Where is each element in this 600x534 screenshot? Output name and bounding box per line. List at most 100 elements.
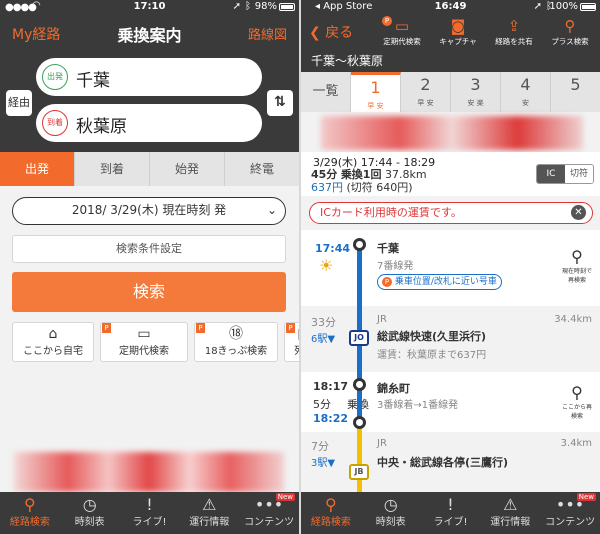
premium-flag-icon: P [382, 16, 392, 26]
train-shortcut[interactable]: P ▤ 列車 [284, 322, 299, 362]
ad-banner[interactable] [14, 452, 284, 492]
back-label: 戻る [325, 25, 354, 41]
tab-timetable[interactable]: ◷ 時刻表 [60, 492, 120, 534]
tab-route-3[interactable]: 3 安 楽 [451, 72, 501, 112]
tab-live[interactable]: ! ライブ! [421, 492, 481, 534]
car-position-chip[interactable]: P 乗車位置/改札に近い号車 [377, 274, 502, 290]
route-tags: 安 [522, 99, 529, 107]
chevron-down-icon: ⌄ [266, 203, 277, 217]
action-bar: P ▭ 定期代検索 ◙ キャプチャ ⇪ 経路を共有 ⚲ プラス検索 [374, 14, 598, 52]
share-icon: ⇪ [507, 17, 521, 35]
stops-toggle[interactable]: 6駅▼ [311, 330, 335, 345]
ride-segment-2: 7分 3駅▼ JR 中央・総武線各停(三鷹行) 3.4km [301, 434, 600, 492]
commuter-pass-shortcut[interactable]: P ▭ 定期代検索 [100, 322, 188, 362]
route-input-area: 経由 出発 千葉 到着 秋葉原 ⇅ [0, 52, 299, 152]
search-button[interactable]: 検索 [12, 272, 286, 312]
back-button[interactable]: ❮ 戻る [309, 22, 353, 42]
pass-card-icon: ▭ [137, 326, 151, 342]
tab-label: 経路検索 [310, 517, 351, 528]
stops-toggle[interactable]: 3駅▼ [311, 454, 335, 469]
tab-departure[interactable]: 出発 [0, 152, 75, 186]
tab-list-all[interactable]: 一覧 [301, 72, 351, 112]
plus-search-action[interactable]: ⚲ プラス検索 [542, 14, 598, 52]
station-card-transfer: 18:17 5分 乗換 18:22 錦糸町 3番線着→1番線発 ⚲ ここから再検… [301, 372, 600, 432]
tab-contents[interactable]: New ••• コンテンツ [540, 492, 600, 534]
nav-bar: ❮ 戻る P ▭ 定期代検索 ◙ キャプチャ ⇪ 経路を共有 ⚲ プラス検索 [301, 14, 600, 52]
ic-option[interactable]: IC [537, 165, 565, 183]
tab-route-1[interactable]: 1 早 安 [351, 72, 401, 112]
fare-type-toggle[interactable]: IC 切符 [536, 164, 594, 184]
premium-flag-icon: P [102, 323, 111, 333]
tab-live[interactable]: ! ライブ! [120, 492, 180, 534]
action-label: プラス検索 [551, 37, 589, 46]
bluetooth-icon: ᛒ [245, 1, 251, 12]
commuter-pass-action[interactable]: P ▭ 定期代検索 [374, 14, 430, 52]
to-station-name: 秋葉原 [76, 117, 127, 137]
line-name: 中央・総武線各停(三鷹行) [377, 456, 509, 469]
date-time-value: 2018/ 3/29(木) 現在時刻 発 [71, 203, 227, 217]
route-timeline: 17:44 ☀ 千葉 7番線発 P 乗車位置/改札に近い号車 ⚲ 現在時刻で再検… [301, 230, 600, 492]
line-badge: JO [349, 330, 369, 346]
share-action[interactable]: ⇪ 経路を共有 [486, 14, 542, 52]
search-icon: ⚲ [571, 383, 583, 402]
warning-icon: ⚠ [503, 495, 518, 514]
tab-route-search[interactable]: ⚲ 経路検索 [301, 492, 361, 534]
tab-route-2[interactable]: 2 早 安 [401, 72, 451, 112]
from-station-field[interactable]: 出発 千葉 [36, 58, 262, 96]
seishun18-shortcut[interactable]: P ⑱ 18きっぷ検索 [194, 322, 278, 362]
tab-service-info[interactable]: ⚠ 運行情報 [179, 492, 239, 534]
via-button[interactable]: 経由 [6, 90, 32, 116]
platform-info: 3番線着→1番線発 [377, 400, 459, 411]
home-route-shortcut[interactable]: ⌂ ここから自宅 [12, 322, 94, 362]
line-track-yellow [357, 426, 362, 492]
tab-label: コンテンツ [545, 517, 596, 528]
route-tags: 安 楽 [467, 99, 484, 107]
segment-fare: 運賃：秋葉原まで637円 [377, 350, 487, 361]
route-tags: 早 安 [367, 102, 384, 110]
tab-label: ライブ! [132, 517, 167, 528]
tab-last-train[interactable]: 終電 [225, 152, 299, 186]
route-map-button[interactable]: 路線図 [248, 24, 287, 43]
line-badge: JB [349, 464, 369, 480]
route-number: 4 [520, 75, 531, 94]
swap-icon[interactable]: ⇅ [267, 90, 293, 116]
clock-icon: ◷ [82, 495, 97, 514]
premium-flag-icon: P [286, 323, 295, 333]
tab-route-4[interactable]: 4 安 [501, 72, 551, 112]
time-mode-tabs: 出発 到着 始発 終電 [0, 152, 299, 186]
segment-duration: 7分 [311, 440, 329, 453]
station-node [353, 416, 366, 429]
camera-icon: ◙ [450, 17, 466, 35]
route-number: 5 [570, 75, 581, 94]
to-station-field[interactable]: 到着 秋葉原 [36, 104, 262, 142]
tab-label: コンテンツ [244, 517, 295, 528]
operator: JR [377, 314, 387, 325]
close-icon[interactable]: ✕ [571, 205, 586, 220]
segment-distance: 3.4km [560, 438, 592, 449]
date-time-select[interactable]: 2018/ 3/29(木) 現在時刻 発 ⌄ [12, 197, 286, 225]
tab-route-search[interactable]: ⚲ 経路検索 [0, 492, 60, 534]
tab-arrival[interactable]: 到着 [75, 152, 150, 186]
research-now-button[interactable]: ⚲ 現在時刻で再検索 [560, 248, 594, 285]
status-bar: ●●●● ◠ 17:10 ➚ ᛒ 98% [0, 0, 299, 14]
shortcut-label: 列車 [285, 345, 299, 359]
ad-banner[interactable] [321, 116, 583, 150]
route-title: 千葉〜秋葉原 [301, 52, 600, 72]
battery-icon [580, 3, 596, 11]
battery-percent: 100% [549, 1, 578, 12]
tab-service-info[interactable]: ⚠ 運行情報 [480, 492, 540, 534]
research-from-here-button[interactable]: ⚲ ここから再検索 [560, 383, 594, 421]
route-summary: 3/29(木) 17:44 - 18:29 45分 乗換1回 37.8km 63… [301, 152, 600, 196]
fare: 637円 [311, 181, 343, 194]
tab-contents[interactable]: New ••• コンテンツ [239, 492, 299, 534]
station-name: 錦糸町 [377, 382, 410, 395]
route-tags: 早 安 [417, 99, 434, 107]
tab-route-5[interactable]: 5 [551, 72, 600, 112]
battery-icon [279, 3, 295, 11]
ticket-option[interactable]: 切符 [565, 165, 593, 183]
tab-first-train[interactable]: 始発 [150, 152, 225, 186]
search-conditions-button[interactable]: 検索条件設定 [12, 235, 286, 263]
tab-timetable[interactable]: ◷ 時刻表 [361, 492, 421, 534]
ride-segment-1: 33分 6駅▼ JR 総武線快速(久里浜行) 運賃：秋葉原まで637円 34.4… [301, 308, 600, 370]
capture-action[interactable]: ◙ キャプチャ [430, 14, 486, 52]
